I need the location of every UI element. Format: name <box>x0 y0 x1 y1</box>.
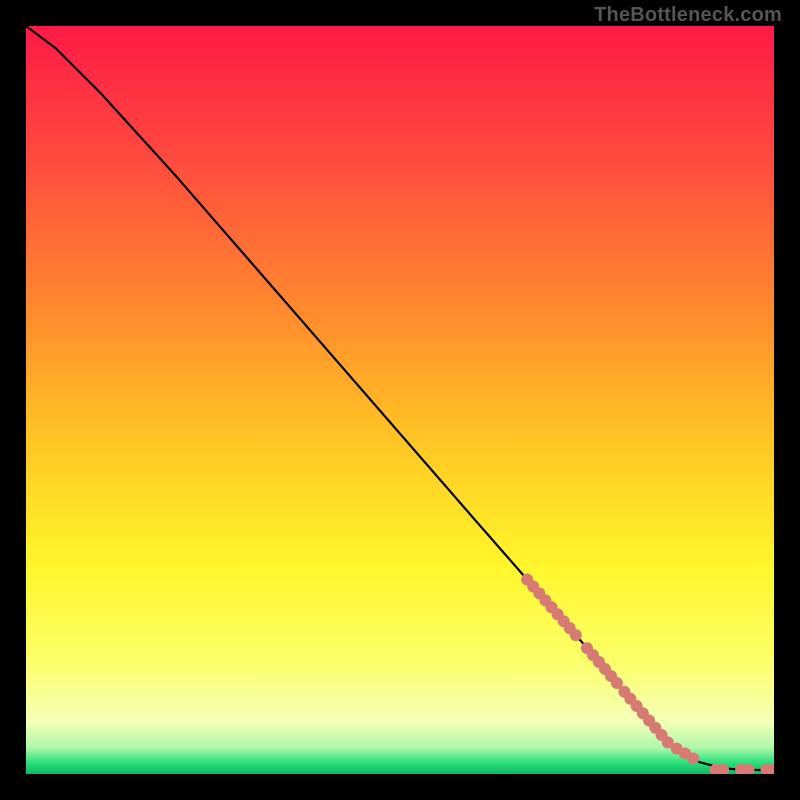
chart-svg <box>26 26 774 774</box>
chart-background <box>26 26 774 774</box>
chart-frame <box>26 26 774 774</box>
watermark-text: TheBottleneck.com <box>594 4 782 27</box>
data-dot <box>687 752 699 764</box>
data-dot <box>570 629 582 641</box>
